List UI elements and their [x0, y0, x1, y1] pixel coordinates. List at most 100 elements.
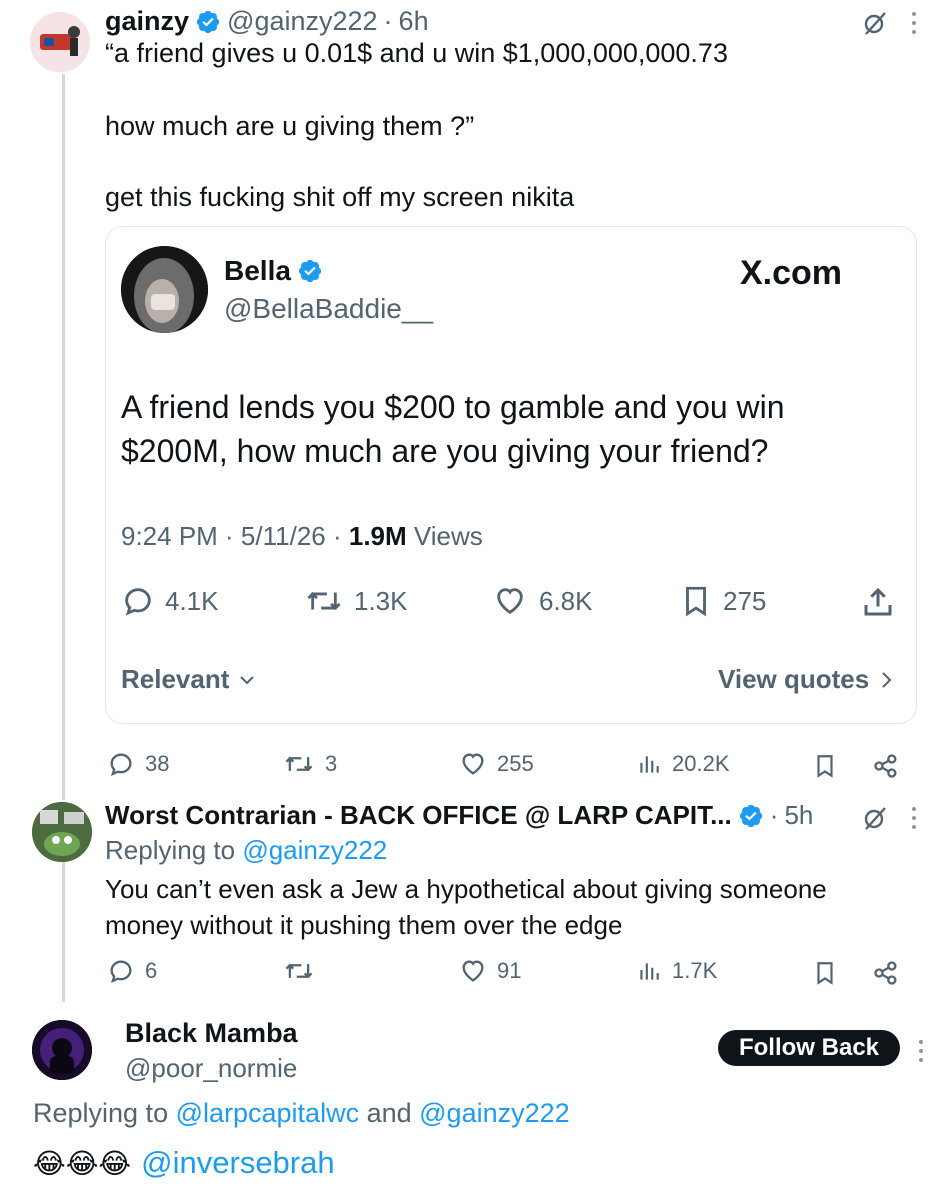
more-icon[interactable] — [911, 12, 917, 34]
author-handle[interactable]: @gainzy222 — [227, 6, 378, 37]
repost-icon — [285, 756, 313, 772]
reply1-text-line-1: You can’t even ask a Jew a hypothetical … — [105, 874, 827, 904]
main-views-count: 20.2K — [672, 751, 730, 776]
repost-icon — [285, 963, 313, 979]
like-icon — [462, 960, 484, 982]
main-reply-button[interactable]: 38 — [107, 750, 169, 778]
follow-back-button[interactable]: Follow Back — [718, 1030, 900, 1066]
replying-to-link-2[interactable]: @gainzy222 — [419, 1098, 570, 1128]
main-like-count: 255 — [497, 751, 534, 776]
verified-icon — [298, 259, 322, 283]
like-icon — [462, 753, 484, 775]
bella-avatar[interactable] — [121, 246, 208, 333]
grok-icon[interactable] — [862, 10, 888, 36]
thread-line-top — [62, 74, 65, 800]
views-icon — [640, 756, 659, 773]
main-repost-button[interactable]: 3 — [283, 750, 337, 778]
reply2-text: 😂😂😂 @inversebrah — [33, 1145, 335, 1181]
quoted-like-button[interactable]: 6.8K — [491, 584, 593, 618]
reply1-views-count: 1.7K — [672, 958, 718, 983]
main-reply-count: 38 — [145, 751, 170, 776]
author-name[interactable]: gainzy — [105, 6, 189, 37]
reply1-views-button[interactable]: 1.7K — [636, 957, 717, 985]
like-icon — [497, 588, 523, 615]
quoted-bookmark-count: 275 — [723, 585, 767, 616]
share-icon[interactable] — [872, 959, 900, 987]
view-quotes-label: View quotes — [718, 664, 870, 694]
reply1-header: Worst Contrarian - BACK OFFICE @ LARP CA… — [105, 800, 813, 831]
sort-label: Relevant — [121, 664, 230, 694]
thread-line-middle — [62, 862, 65, 1002]
view-quotes-link[interactable]: View quotes — [718, 664, 895, 695]
verified-icon — [739, 804, 762, 827]
replying-to-link-1[interactable]: @larpcapitalwc — [176, 1098, 359, 1128]
reply-icon — [110, 753, 132, 777]
gainzy-avatar[interactable] — [30, 12, 90, 72]
bookmark-icon — [686, 586, 706, 617]
main-tweet-header: gainzy @gainzy222 · 6h — [105, 6, 429, 37]
reply2-replying-to: Replying to @larpcapitalwc and @gainzy22… — [33, 1098, 570, 1129]
quoted-repost-button[interactable]: 1.3K — [304, 584, 408, 618]
repost-icon — [307, 591, 341, 611]
main-tweet-line-3: get this fucking shit off my screen niki… — [105, 182, 575, 212]
reply1-like-button[interactable]: 91 — [459, 957, 521, 985]
main-tweet-line-2: how much are u giving them ?” — [105, 111, 475, 141]
reply1-time[interactable]: 5h — [784, 800, 813, 831]
replying-to-link[interactable]: @gainzy222 — [242, 835, 387, 865]
reply1-reply-count: 6 — [145, 958, 158, 983]
main-tweet-line-1: “a friend gives u 0.01$ and u win $1,000… — [105, 38, 728, 68]
chevron-down-icon — [240, 675, 255, 684]
quoted-text-line-2: $200M, how much are you giving your frie… — [121, 433, 769, 469]
tweet-time[interactable]: 6h — [399, 6, 429, 37]
quoted-reply-count: 4.1K — [165, 585, 219, 616]
mention-link[interactable]: @inversebrah — [141, 1145, 334, 1181]
reply2-author-handle[interactable]: @poor_normie — [125, 1053, 297, 1084]
avatar-image — [30, 12, 90, 72]
x-brand-label[interactable]: X.com — [740, 254, 842, 293]
quoted-bookmark-button[interactable]: 275 — [679, 584, 766, 618]
reply1-author-name[interactable]: Worst Contrarian - BACK OFFICE @ LARP CA… — [105, 800, 732, 831]
sort-relevant[interactable]: Relevant — [121, 664, 257, 695]
reply2-author-name[interactable]: Black Mamba — [125, 1018, 298, 1049]
reply1-text-line-2: money without it pushing them over the e… — [105, 910, 623, 940]
quoted-author-handle[interactable]: @BellaBaddie__ — [224, 293, 433, 325]
more-icon[interactable] — [918, 1040, 924, 1062]
dot-separator: · — [769, 800, 779, 830]
reply1-like-count: 91 — [497, 958, 522, 983]
main-views-button[interactable]: 20.2K — [636, 750, 730, 778]
black-mamba-avatar[interactable] — [32, 1020, 92, 1080]
more-icon[interactable] — [911, 807, 917, 829]
replying-and: and — [359, 1098, 420, 1128]
avatar-image — [32, 802, 92, 862]
avatar-image — [121, 246, 208, 333]
main-repost-count: 3 — [325, 751, 338, 776]
main-like-button[interactable]: 255 — [459, 750, 534, 778]
share-icon[interactable] — [872, 752, 900, 780]
quoted-views-count: 1.9M — [348, 521, 407, 551]
share-icon[interactable] — [860, 584, 896, 620]
reply-icon — [125, 588, 151, 616]
grok-icon[interactable] — [862, 805, 888, 831]
quoted-timestamp[interactable]: 9:24 PM · 5/11/26 · — [121, 521, 349, 551]
chevron-right-icon — [882, 671, 892, 688]
replying-prefix: Replying to — [105, 835, 243, 865]
dot-separator: · — [383, 6, 393, 36]
reply1-replying-to: Replying to @gainzy222 — [105, 835, 387, 866]
laughing-emoji-icon: 😂😂😂 — [33, 1147, 132, 1179]
worst-contrarian-avatar[interactable] — [32, 802, 92, 862]
views-icon — [640, 963, 659, 980]
quoted-like-count: 6.8K — [539, 585, 593, 616]
bookmark-icon[interactable] — [812, 959, 838, 987]
quoted-meta: 9:24 PM · 5/11/26 · 1.9M Views — [121, 521, 483, 552]
reply-icon — [110, 960, 132, 984]
quoted-repost-count: 1.3K — [354, 585, 408, 616]
reply1-repost-button[interactable] — [283, 957, 325, 985]
replying-prefix: Replying to — [33, 1098, 176, 1128]
quoted-header: Bella — [224, 255, 323, 287]
quoted-reply-button[interactable]: 4.1K — [121, 584, 219, 618]
verified-icon — [196, 10, 220, 33]
bookmark-icon[interactable] — [812, 752, 838, 780]
quoted-author-name[interactable]: Bella — [224, 255, 291, 287]
avatar-image — [32, 1020, 92, 1080]
reply1-reply-button[interactable]: 6 — [107, 957, 157, 985]
